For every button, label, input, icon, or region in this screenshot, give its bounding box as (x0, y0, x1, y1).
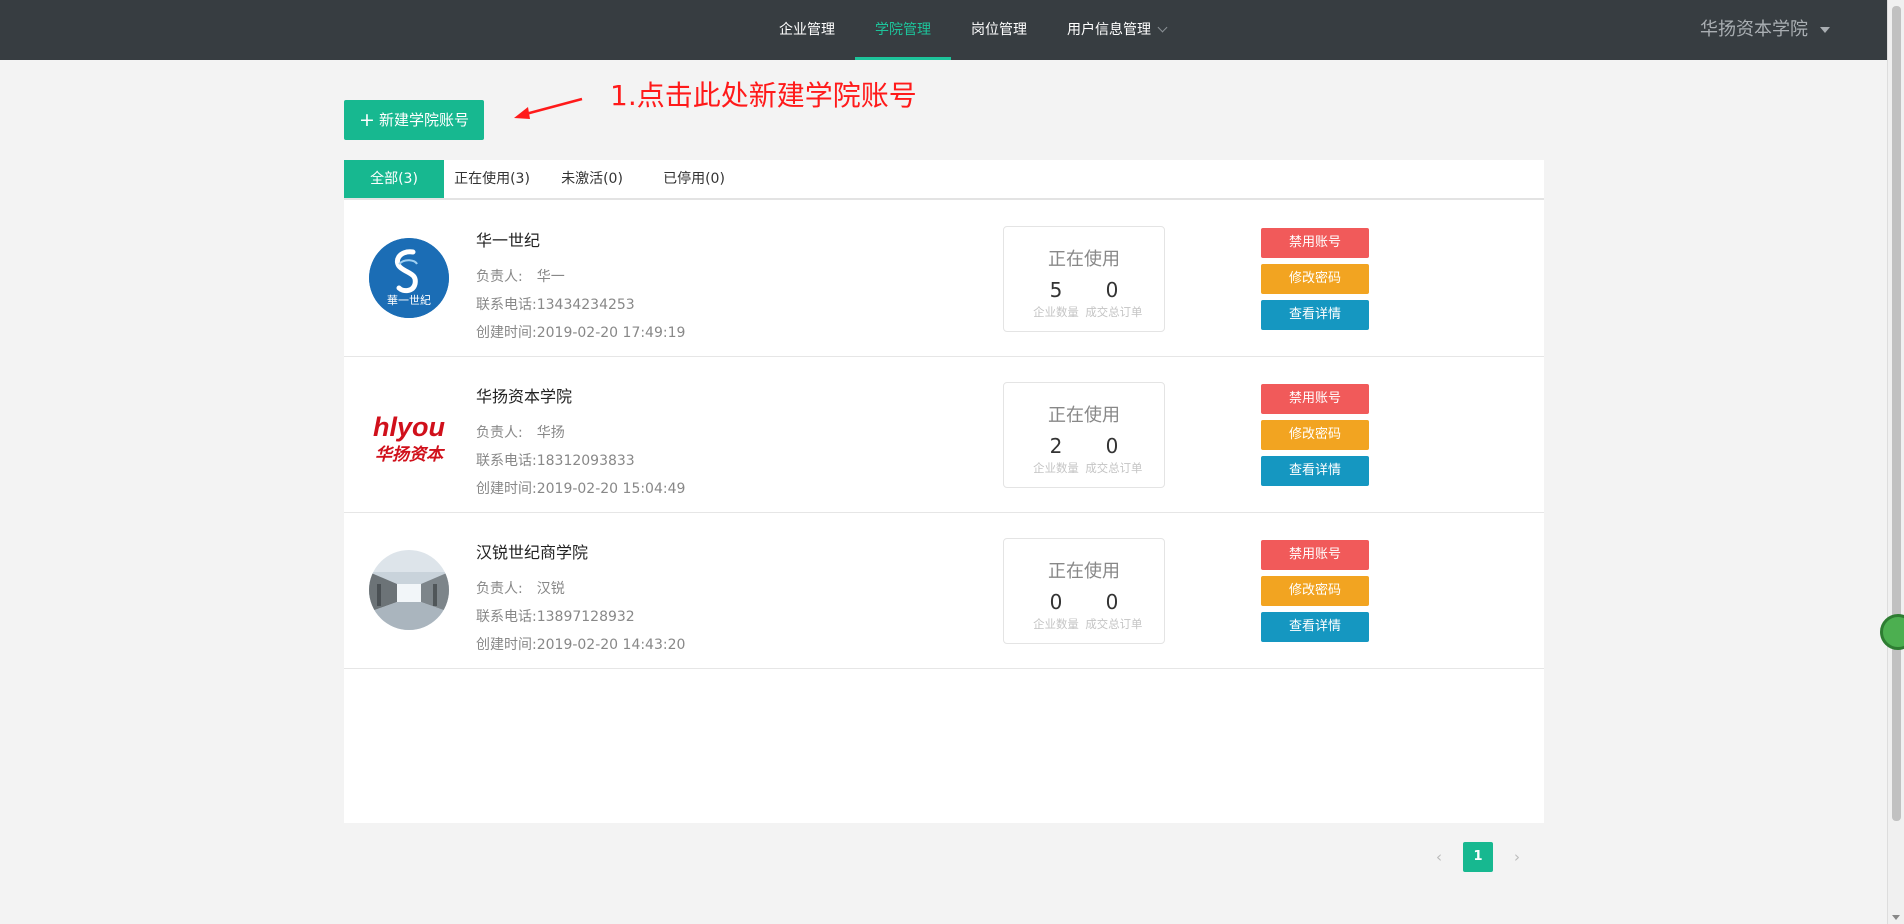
college-row: 汉锐世纪商学院 负责人: 汉锐 联系电话:13897128932 创建时间:201… (344, 513, 1544, 669)
disable-account-button[interactable]: 禁用账号 (1261, 540, 1369, 570)
created-line: 创建时间:2019-02-20 15:04:49 (476, 481, 686, 497)
company-count-label: 企业数量 (1033, 461, 1079, 475)
tab-disabled[interactable]: 已停用(0) (644, 160, 744, 198)
college-info: 华扬资本学院 负责人: 华扬 联系电话:18312093833 创建时间:2019… (476, 383, 685, 503)
view-details-button[interactable]: 查看详情 (1261, 300, 1369, 330)
row-actions: 禁用账号 修改密码 查看详情 (1261, 384, 1369, 492)
svg-text:華一世紀: 華一世紀 (387, 294, 431, 307)
prev-page-button[interactable]: ‹ (1424, 842, 1454, 872)
tab-in-use[interactable]: 正在使用(3) (444, 160, 540, 198)
status-tabs: 全部(3) 正在使用(3) 未激活(0) 已停用(0) (344, 160, 1544, 200)
college-name: 华扬资本学院 (476, 387, 573, 406)
status-box: 正在使用 2 企业数量 0 成交总订单 (1003, 382, 1165, 488)
change-password-button[interactable]: 修改密码 (1261, 576, 1369, 606)
disable-account-button[interactable]: 禁用账号 (1261, 384, 1369, 414)
user-menu[interactable]: 华扬资本学院 (1700, 0, 1830, 60)
status-box: 正在使用 5 企业数量 0 成交总订单 (1003, 226, 1165, 332)
view-details-button[interactable]: 查看详情 (1261, 612, 1369, 642)
scrollbar-thumb[interactable] (1892, 6, 1901, 821)
college-logo (369, 550, 449, 630)
company-count: 5 (1049, 278, 1063, 302)
change-password-button[interactable]: 修改密码 (1261, 420, 1369, 450)
annotation-text: 1.点击此处新建学院账号 (610, 79, 917, 112)
main-nav: 企业管理 学院管理 岗位管理 用户信息管理 (759, 0, 1186, 60)
owner-line: 负责人: 汉锐 (476, 581, 565, 597)
page-scrollbar[interactable] (1887, 0, 1904, 924)
next-page-button[interactable]: › (1502, 842, 1532, 872)
row-actions: 禁用账号 修改密码 查看详情 (1261, 540, 1369, 648)
phone-line: 联系电话:18312093833 (476, 453, 635, 469)
company-count-label: 企业数量 (1033, 305, 1079, 319)
created-line: 创建时间:2019-02-20 17:49:19 (476, 325, 686, 341)
college-list-panel: 全部(3) 正在使用(3) 未激活(0) 已停用(0) 華一世紀 华一世纪 负责… (344, 160, 1544, 823)
view-details-button[interactable]: 查看详情 (1261, 456, 1369, 486)
order-count-label: 成交总订单 (1085, 617, 1143, 631)
nav-user-info[interactable]: 用户信息管理 (1047, 0, 1186, 60)
college-info: 华一世纪 负责人: 华一 联系电话:13434234253 创建时间:2019-0… (476, 227, 685, 347)
company-count-label: 企业数量 (1033, 617, 1079, 631)
order-count: 0 (1105, 434, 1119, 458)
chevron-down-icon (1157, 22, 1168, 33)
page-1-button[interactable]: 1 (1463, 842, 1493, 872)
row-actions: 禁用账号 修改密码 查看详情 (1261, 228, 1369, 336)
company-count: 2 (1049, 434, 1063, 458)
plus-icon: + (359, 109, 375, 131)
svg-text:华扬资本: 华扬资本 (375, 445, 446, 465)
college-name: 华一世纪 (476, 231, 541, 250)
tab-inactive[interactable]: 未激活(0) (540, 160, 644, 198)
phone-line: 联系电话:13897128932 (476, 609, 635, 625)
order-count-label: 成交总订单 (1085, 305, 1143, 319)
college-row: hlyou 华扬资本 华扬资本学院 负责人: 华扬 联系电话:1831209383… (344, 357, 1544, 513)
change-password-button[interactable]: 修改密码 (1261, 264, 1369, 294)
pagination: ‹ 1 › (1424, 842, 1532, 872)
college-info: 汉锐世纪商学院 负责人: 汉锐 联系电话:13897128932 创建时间:201… (476, 539, 685, 659)
college-row: 華一世紀 华一世纪 负责人: 华一 联系电话:13434234253 创建时间:2… (344, 201, 1544, 357)
disable-account-button[interactable]: 禁用账号 (1261, 228, 1369, 258)
status-box: 正在使用 0 企业数量 0 成交总订单 (1003, 538, 1165, 644)
created-line: 创建时间:2019-02-20 14:43:20 (476, 637, 686, 653)
company-count: 0 (1049, 590, 1063, 614)
status-label: 正在使用 (1048, 249, 1120, 270)
order-count: 0 (1105, 278, 1119, 302)
floating-widget-icon[interactable] (1880, 614, 1904, 650)
user-name: 华扬资本学院 (1700, 19, 1808, 40)
college-logo: hlyou 华扬资本 (369, 394, 449, 474)
caret-down-icon (1820, 27, 1830, 33)
svg-text:hlyou: hlyou (373, 412, 446, 442)
phone-line: 联系电话:13434234253 (476, 297, 635, 313)
nav-position[interactable]: 岗位管理 (951, 0, 1047, 60)
status-label: 正在使用 (1048, 405, 1120, 426)
college-logo: 華一世紀 (369, 238, 449, 318)
scroll-down-arrow-icon[interactable] (1892, 915, 1900, 920)
owner-line: 负责人: 华一 (476, 269, 565, 285)
nav-enterprise[interactable]: 企业管理 (759, 0, 855, 60)
nav-college[interactable]: 学院管理 (855, 0, 951, 60)
top-navbar: 企业管理 学院管理 岗位管理 用户信息管理 华扬资本学院 (0, 0, 1904, 60)
annotation-arrow-icon (514, 97, 583, 119)
order-count-label: 成交总订单 (1085, 461, 1143, 475)
status-label: 正在使用 (1048, 561, 1120, 582)
new-college-button[interactable]: + 新建学院账号 (344, 100, 484, 140)
owner-line: 负责人: 华扬 (476, 425, 565, 441)
tab-all[interactable]: 全部(3) (344, 160, 444, 198)
college-name: 汉锐世纪商学院 (476, 543, 589, 562)
order-count: 0 (1105, 590, 1119, 614)
